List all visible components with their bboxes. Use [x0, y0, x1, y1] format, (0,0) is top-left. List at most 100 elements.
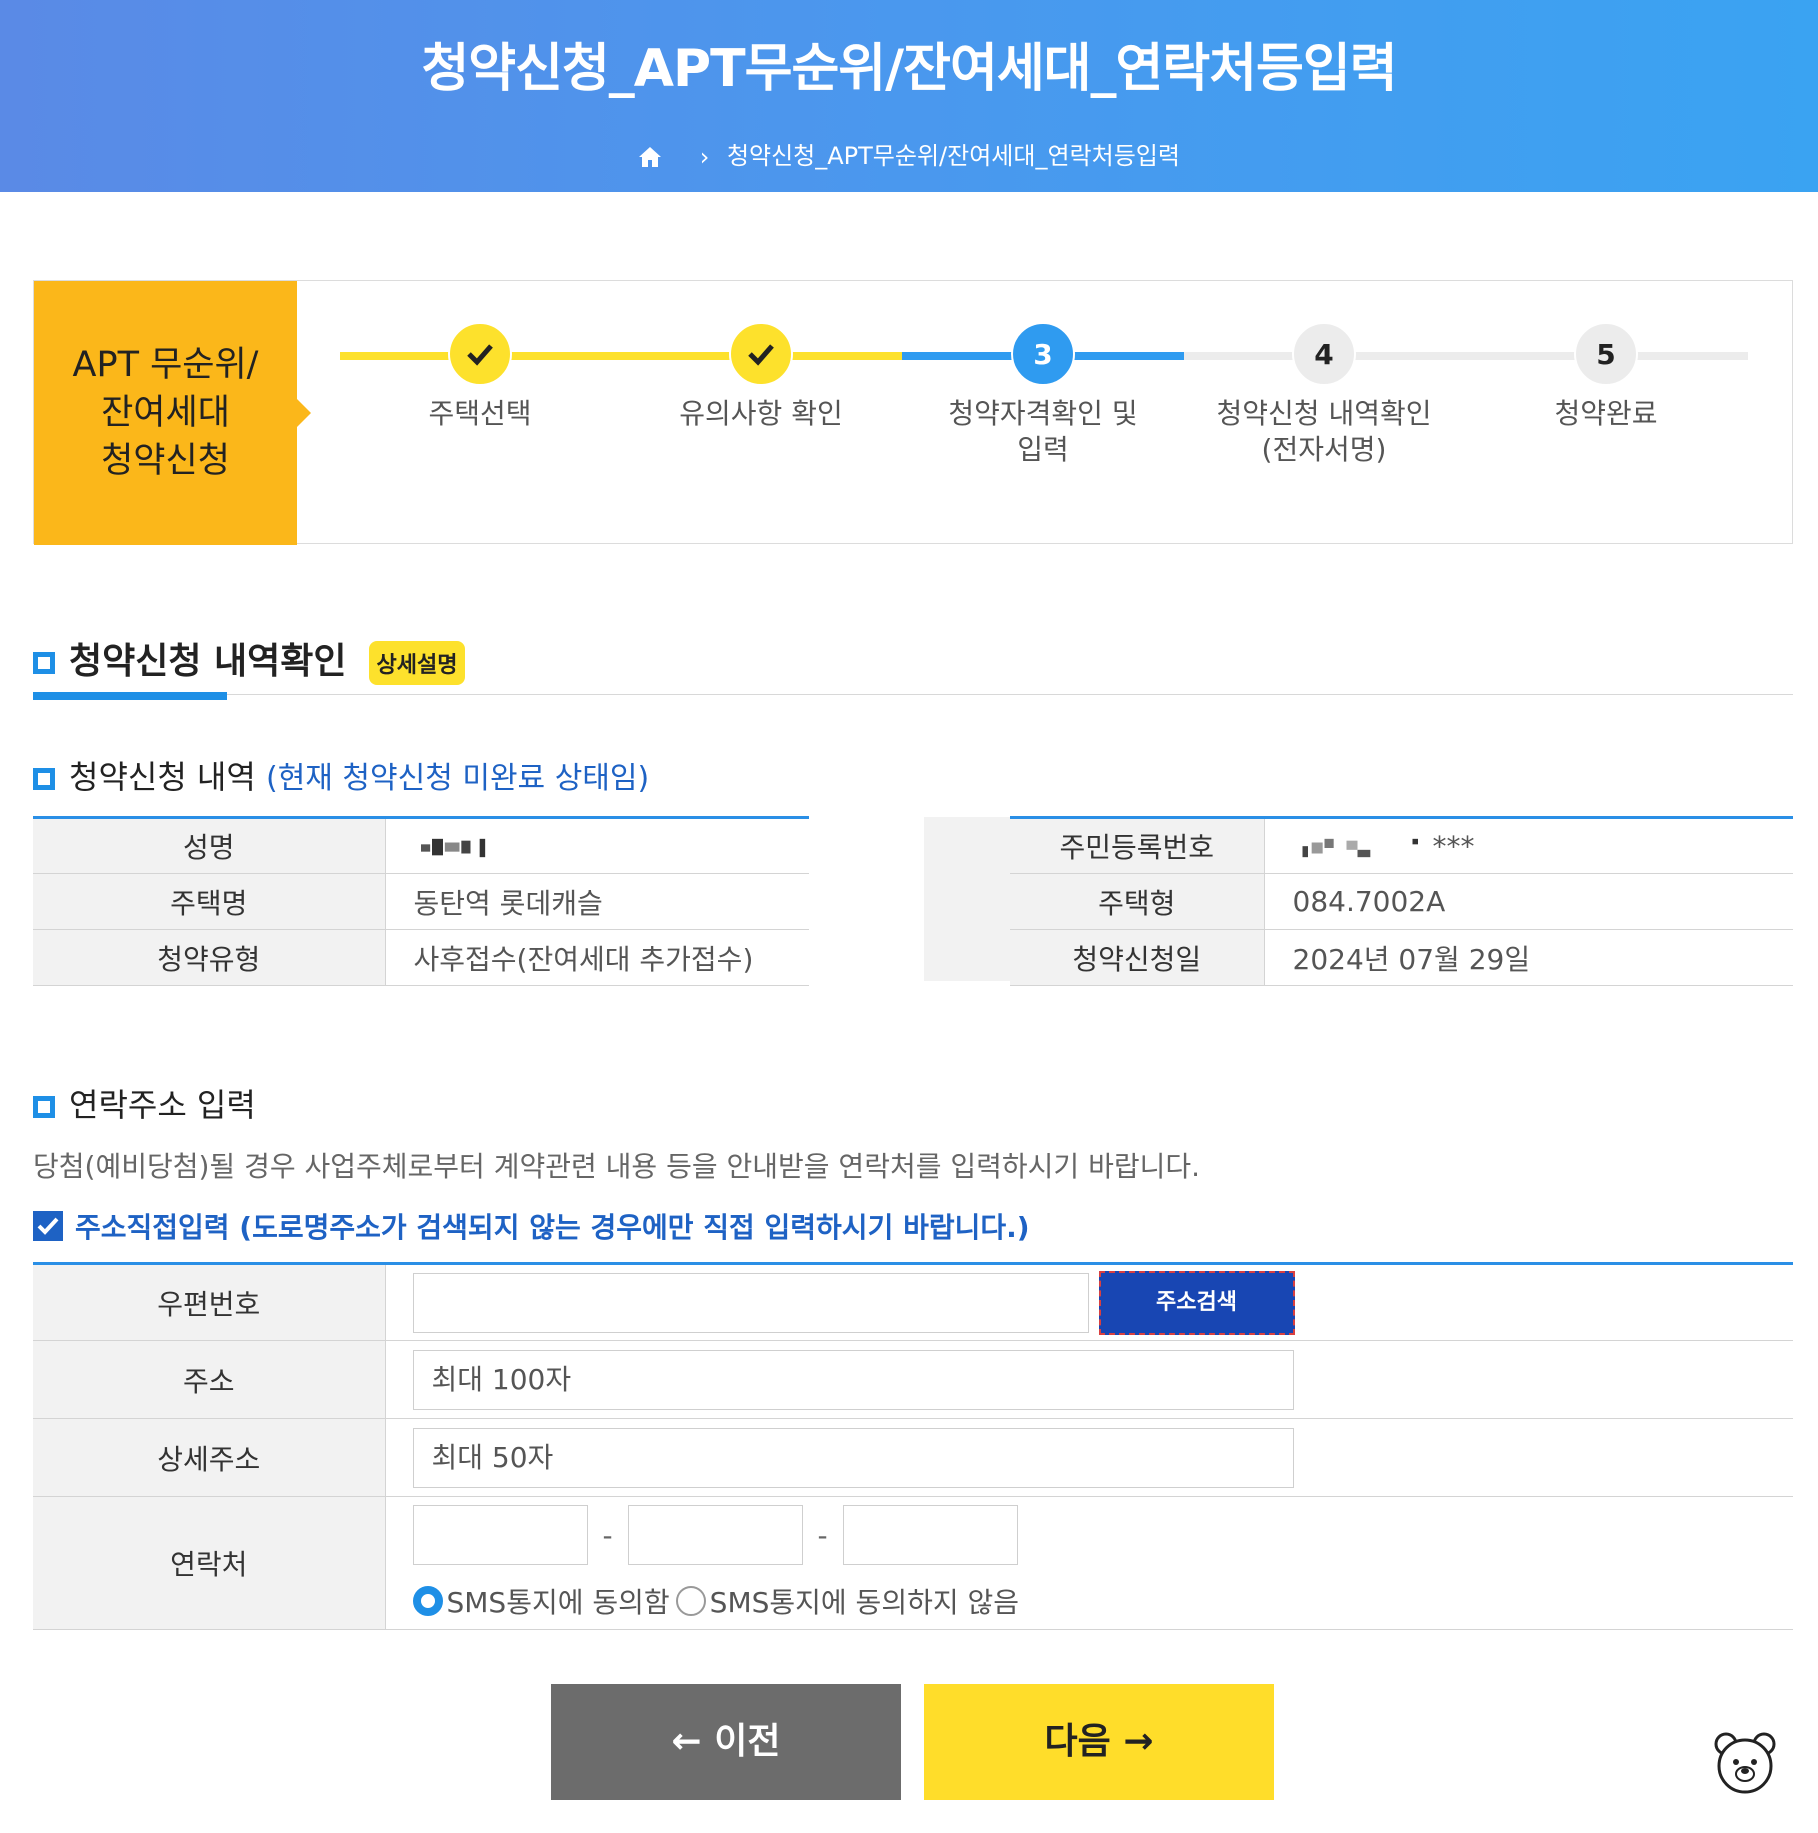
step-2: 유의사항 확인	[651, 322, 871, 432]
page-title: 청약신청_APT무순위/잔여세대_연락처등입력	[421, 39, 1397, 99]
sms-disagree-radio[interactable]	[675, 1586, 706, 1616]
step-label-line: 청약신청 내역확인	[1216, 397, 1432, 430]
phone-part-1-input[interactable]	[412, 1505, 588, 1565]
table-spacer	[924, 817, 1010, 981]
step-label: 유의사항 확인	[679, 397, 843, 430]
id-number-suffix: ***	[1432, 829, 1475, 863]
detail-badge[interactable]: 상세설명	[368, 641, 466, 685]
direct-input-checkbox[interactable]	[33, 1211, 63, 1241]
table-cell: 084.7002A	[1264, 873, 1793, 930]
phone-part-2-input[interactable]	[627, 1505, 803, 1565]
contact-description: 당첨(예비당첨)될 경우 사업주체로부터 계약관련 내용 등을 안내받을 연락처…	[33, 1150, 1201, 1183]
table-row: 성명	[33, 817, 809, 874]
sms-options: SMS통지에 동의함 SMS통지에 동의하지 않음	[412, 1581, 1794, 1621]
table-cell: 사후접수(잔여세대 추가접수)	[385, 929, 809, 986]
history-table-right: 주민등록번호 *** 주택형 084.7002A 청약신청일 2024년 07월…	[1010, 816, 1793, 986]
phone-separator: -	[817, 1518, 828, 1552]
zip-label: 우편번호	[33, 1263, 386, 1341]
steps-label-line: 잔여세대	[101, 393, 230, 433]
table-cell: 2024년 07월 29일	[1264, 929, 1793, 986]
table-row: 주택형 084.7002A	[1010, 873, 1793, 930]
detail-address-cell: 최대 50자	[385, 1418, 1793, 1497]
bear-mascot-icon[interactable]	[1712, 1730, 1778, 1796]
square-bullet-icon	[33, 768, 55, 790]
table-row: 청약신청일 2024년 07월 29일	[1010, 929, 1793, 986]
table-cell: ***	[1264, 817, 1793, 874]
table-row: 주택명 동탄역 롯데캐슬	[33, 873, 809, 930]
step-done-circle	[448, 322, 512, 386]
check-icon	[37, 1217, 59, 1235]
step-number: 3	[1011, 322, 1075, 386]
table-header-cell: 주택형	[1010, 873, 1265, 930]
chevron-right-icon: ›	[699, 143, 710, 171]
step-label-line: 입력	[1017, 433, 1069, 466]
phone-part-3-input[interactable]	[842, 1505, 1018, 1565]
phone-cell: -- SMS통지에 동의함 SMS통지에 동의하지 않음	[385, 1496, 1794, 1630]
step-label: 청약신청 내역확인 (전자서명)	[1214, 396, 1434, 468]
steps-category-label: APT 무순위/ 잔여세대 청약신청	[34, 281, 311, 545]
contact-title: 연락주소 입력	[33, 1080, 256, 1126]
steps-label-line: 청약신청	[101, 441, 230, 481]
table-header-cell: 청약신청일	[1010, 929, 1265, 986]
step-number: 4	[1292, 322, 1356, 386]
history-table-left: 성명 주택명 동탄역 롯데캐슬 청약유형 사후접수(잔여세대 추가접수)	[33, 816, 809, 986]
contact-form: 우편번호 주소검색 주소 최대 100자 상세주소 최대 50자 연락처 -- …	[33, 1262, 1793, 1630]
sms-disagree-label[interactable]: SMS통지에 동의하지 않음	[710, 1586, 1019, 1619]
table-header-cell: 청약유형	[33, 929, 386, 986]
detail-address-input[interactable]: 최대 50자	[412, 1427, 1294, 1488]
history-status-note: (현재 청약신청 미완료 상태임)	[265, 761, 650, 796]
phone-label: 연락처	[33, 1496, 386, 1630]
step-label: 주택선택	[428, 397, 532, 430]
prev-label: 이전	[714, 1721, 781, 1762]
arrow-right-icon: →	[1123, 1721, 1154, 1762]
step-5: 5 청약완료	[1496, 322, 1716, 432]
step-label-line: 청약자격확인 및	[948, 397, 1138, 430]
section-title-text: 청약신청 내역확인	[69, 641, 347, 682]
step-label: 청약자격확인 및 입력	[933, 396, 1153, 468]
section-title: 청약신청 내역확인 상세설명	[33, 632, 466, 685]
table-cell	[385, 817, 809, 874]
breadcrumb-current[interactable]: 청약신청_APT무순위/잔여세대_연락처등입력	[727, 142, 1180, 170]
sms-agree-label[interactable]: SMS통지에 동의함	[447, 1586, 670, 1619]
table-row: 주민등록번호 ***	[1010, 817, 1793, 874]
square-bullet-icon	[33, 652, 55, 674]
check-icon	[748, 344, 774, 366]
step-done-circle	[729, 322, 793, 386]
form-row-zip: 우편번호 주소검색	[33, 1263, 1793, 1341]
address-label: 주소	[33, 1340, 386, 1419]
masked-name	[420, 838, 485, 857]
step-1: 주택선택	[370, 322, 590, 432]
table-row: 청약유형 사후접수(잔여세대 추가접수)	[33, 929, 809, 986]
sms-agree-radio[interactable]	[412, 1586, 443, 1616]
zip-code-input[interactable]	[412, 1272, 1089, 1333]
page-header: 청약신청_APT무순위/잔여세대_연락처등입력 › 청약신청_APT무순위/잔여…	[0, 0, 1818, 192]
address-input[interactable]: 최대 100자	[412, 1349, 1294, 1410]
step-label: 청약완료	[1554, 397, 1658, 430]
table-cell: 동탄역 롯데캐슬	[385, 873, 809, 930]
step-number: 5	[1574, 322, 1638, 386]
home-icon[interactable]	[638, 146, 662, 168]
step-4: 4 청약신청 내역확인 (전자서명)	[1214, 322, 1434, 468]
phone-inputs: --	[412, 1505, 1794, 1565]
form-row-address: 주소 최대 100자	[33, 1340, 1793, 1419]
table-header-cell: 주민등록번호	[1010, 817, 1265, 874]
history-title: 청약신청 내역 (현재 청약신청 미완료 상태임)	[33, 752, 649, 798]
table-header-cell: 주택명	[33, 873, 386, 930]
next-label: 다음	[1044, 1721, 1111, 1762]
form-row-detail: 상세주소 최대 50자	[33, 1418, 1793, 1497]
zip-cell: 주소검색	[385, 1263, 1793, 1341]
detail-address-label: 상세주소	[33, 1418, 386, 1497]
history-title-text: 청약신청 내역	[69, 758, 256, 796]
prev-button[interactable]: ← 이전	[551, 1684, 901, 1800]
direct-input-label[interactable]: 주소직접입력 (도로명주소가 검색되지 않는 경우에만 직접 입력하시기 바랍니…	[75, 1211, 1030, 1244]
step-label-line: (전자서명)	[1261, 433, 1387, 466]
address-search-button[interactable]: 주소검색	[1098, 1270, 1295, 1335]
check-icon	[467, 344, 493, 366]
section-divider-accent	[33, 692, 227, 700]
address-cell: 최대 100자	[385, 1340, 1793, 1419]
steps-label-line: APT 무순위/	[72, 345, 259, 385]
table-header-cell: 성명	[33, 817, 386, 874]
direct-input-option[interactable]: 주소직접입력 (도로명주소가 검색되지 않는 경우에만 직접 입력하시기 바랍니…	[33, 1206, 1030, 1246]
next-button[interactable]: 다음 →	[924, 1684, 1274, 1800]
contact-title-text: 연락주소 입력	[69, 1086, 256, 1124]
